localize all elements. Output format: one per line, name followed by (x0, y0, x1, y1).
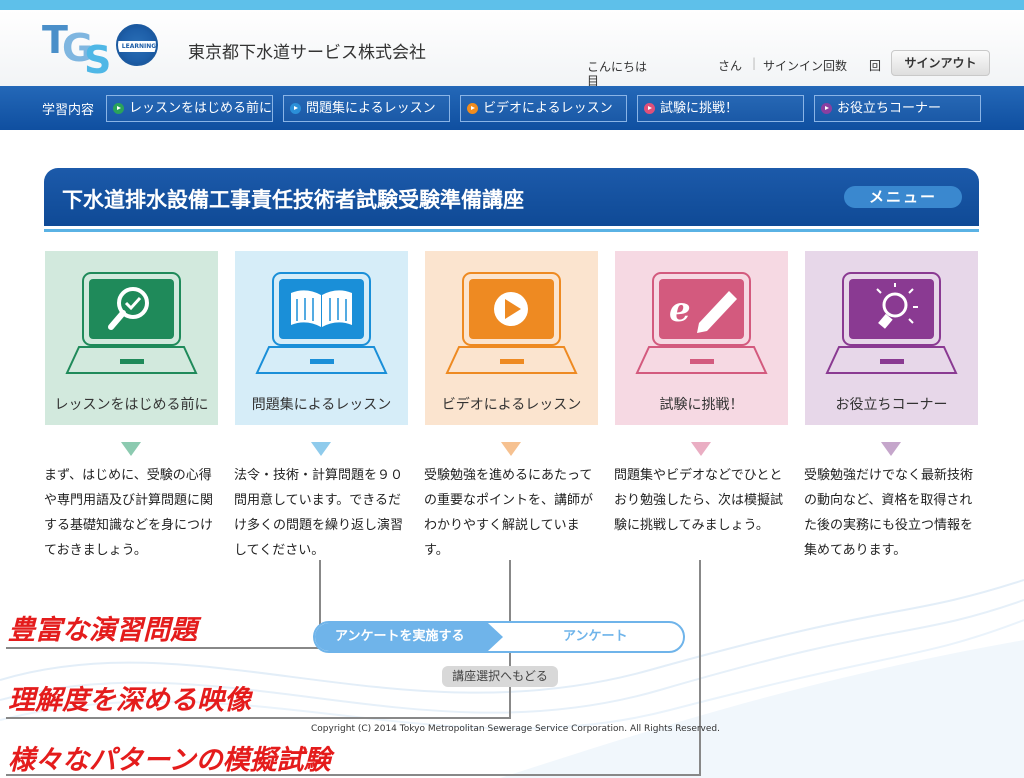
survey-start-button[interactable]: アンケートを実施する (315, 623, 503, 651)
nav-item-video-lesson[interactable]: ビデオによるレッスン (460, 95, 627, 122)
svg-text:e: e (669, 290, 691, 330)
annotation-mock-exam: 様々なパターンの模擬試験 (8, 745, 331, 776)
down-arrow-icon (691, 442, 711, 456)
course-title-bar: 下水道排水設備工事責任技術者試験受験準備講座 メニュー (44, 168, 979, 226)
card-exam[interactable]: e 試験に挑戦！ (615, 251, 788, 425)
down-arrow-icon (501, 442, 521, 456)
nav-item-label: 試験に挑戦！ (660, 101, 739, 116)
signin-count-label: サインイン回数 (763, 59, 848, 73)
survey-control: アンケートを実施する アンケート (313, 621, 685, 653)
header: TGS LEARNING 東京都下水道サービス株式会社 こんにちは 目 さん |… (0, 10, 1024, 88)
play-bullet-icon (644, 103, 655, 114)
count-suffix: 回 (869, 59, 882, 73)
open-book-icon (255, 272, 388, 374)
card-label: 問題集によるレッスン (251, 397, 392, 413)
signout-button[interactable]: サインアウト (891, 50, 990, 76)
copyright: Copyright (C) 2014 Tokyo Metropolitan Se… (311, 724, 720, 734)
page-title: 下水道排水設備工事責任技術者試験受験準備講座 (62, 188, 524, 212)
lightbulb-icon (825, 272, 958, 374)
top-accent-bar (0, 0, 1024, 10)
card-video-lesson[interactable]: ビデオによるレッスン (425, 251, 598, 425)
annotation-practice-problems: 豊富な演習問題 (8, 615, 197, 646)
card-label: レッスンをはじめる前に (54, 397, 209, 413)
nav-label: 学習内容 (42, 103, 95, 118)
nav-item-label: 問題集によるレッスン (306, 101, 436, 116)
header-separator: | (752, 56, 757, 70)
title-underline (44, 229, 979, 232)
learning-logo: LEARNING (116, 24, 158, 66)
callout-line (699, 560, 701, 776)
card-useful-corner[interactable]: お役立ちコーナー (805, 251, 978, 425)
card-description: 法令・技術・計算問題を９０問用意しています。できるだけ多くの問題を繰り返し演習し… (234, 468, 404, 558)
tgs-logo: TGS (42, 18, 112, 82)
card-description: まず、はじめに、受験の心得や専門用語及び計算問題に関する基礎知識などを身につけて… (44, 468, 214, 558)
learning-logo-text: LEARNING (118, 41, 156, 52)
back-to-course-select-button[interactable]: 講座選択へもどる (442, 666, 558, 687)
exam-pencil-icon: e (635, 272, 768, 374)
down-arrow-icon (881, 442, 901, 456)
nav-item-label: レッスンをはじめる前に (129, 101, 273, 116)
card-label: 試験に挑戦！ (659, 397, 744, 413)
menu-button[interactable]: メニュー (844, 186, 962, 208)
play-bullet-icon (467, 103, 478, 114)
card-problem-lesson[interactable]: 問題集によるレッスン (235, 251, 408, 425)
play-bullet-icon (821, 103, 832, 114)
play-video-icon (445, 272, 578, 374)
annotation-video: 理解度を深める映像 (8, 685, 251, 716)
play-bullet-icon (290, 103, 301, 114)
nav-item-exam[interactable]: 試験に挑戦！ (637, 95, 804, 122)
learning-nav: 学習内容 レッスンをはじめる前に 問題集によるレッスン ビデオによるレッスン 試… (0, 86, 1024, 130)
user-suffix: さん (718, 59, 743, 73)
play-bullet-icon (113, 103, 124, 114)
down-arrow-icon (311, 442, 331, 456)
card-label: お役立ちコーナー (835, 397, 948, 413)
nav-item-before-lesson[interactable]: レッスンをはじめる前に (106, 95, 273, 122)
nav-item-label: お役立ちコーナー (837, 101, 942, 116)
down-arrow-icon (121, 442, 141, 456)
callout-line (6, 717, 511, 719)
callout-line (6, 647, 321, 649)
card-label: ビデオによるレッスン (441, 397, 582, 413)
survey-link[interactable]: アンケート (563, 623, 627, 651)
card-description: 受験勉強を進めるにあたっての重要なポイントを、講師がわかりやすく解説しています。 (424, 468, 594, 558)
survey-start-label: アンケートを実施する (335, 629, 465, 644)
card-before-lesson[interactable]: レッスンをはじめる前に (45, 251, 218, 425)
card-description: 問題集やビデオなどでひととおり勉強したら、次は模擬試験に挑戦してみましょう。 (614, 468, 784, 533)
card-description: 受験勉強だけでなく最新技術の動向など、資格を取得された後の実務にも役立つ情報を集… (804, 468, 974, 558)
nav-item-useful-corner[interactable]: お役立ちコーナー (814, 95, 981, 122)
magnifier-check-icon (65, 272, 198, 374)
nav-item-label: ビデオによるレッスン (483, 101, 613, 116)
company-name: 東京都下水道サービス株式会社 (188, 43, 426, 63)
nav-item-problem-lesson[interactable]: 問題集によるレッスン (283, 95, 450, 122)
